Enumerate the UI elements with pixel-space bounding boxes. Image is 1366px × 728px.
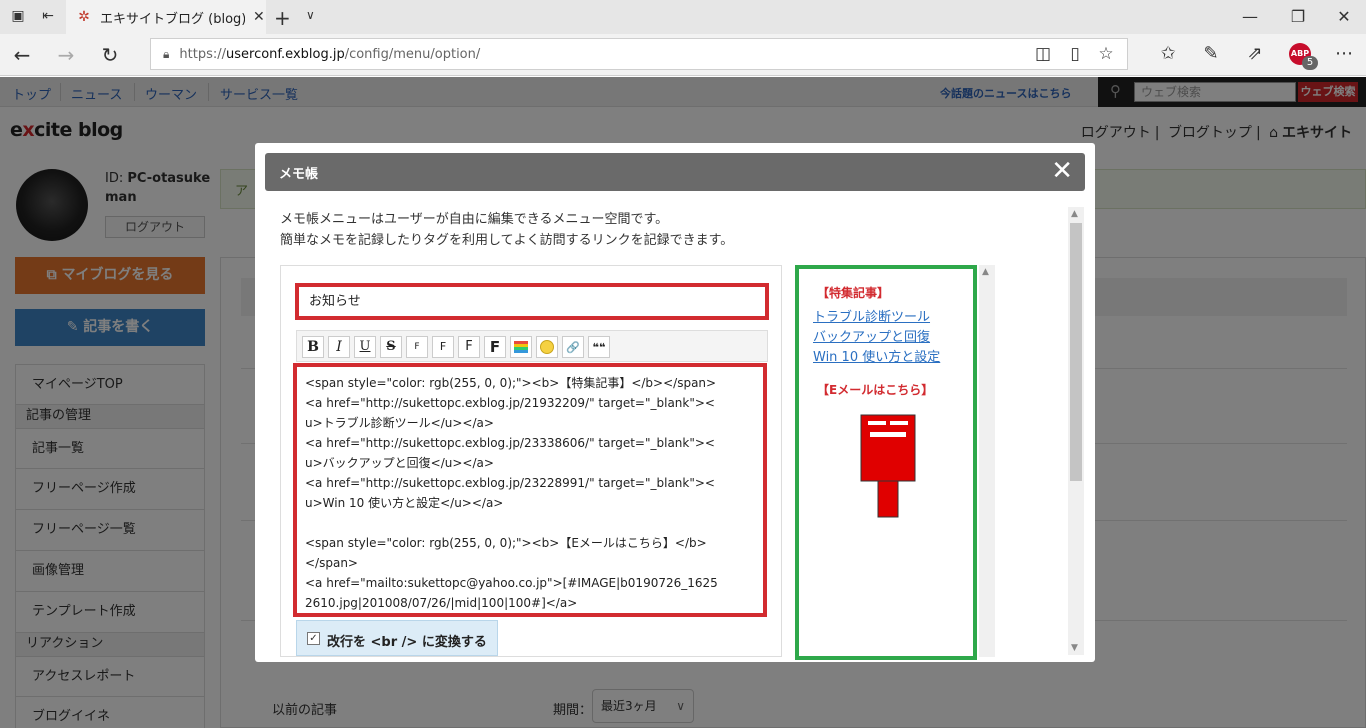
- font-size-xlarge-button[interactable]: F: [484, 336, 506, 358]
- text-color-button[interactable]: [510, 336, 532, 358]
- modal-title: メモ帳: [279, 167, 319, 182]
- preview-link-backup[interactable]: バックアップと回復: [813, 326, 930, 345]
- new-tab-icon[interactable]: +: [274, 6, 291, 30]
- quote-button[interactable]: ❝❝: [588, 336, 610, 358]
- address-bar-row: ← → ↻ 🔒︎ https:// userconf.exblog.jp /co…: [0, 34, 1366, 76]
- tab-title: エキサイトブログ (blog)|表示: [100, 11, 245, 27]
- adblock-count-badge: 5: [1302, 56, 1318, 70]
- minimize-icon[interactable]: —: [1240, 7, 1260, 26]
- convert-br-option[interactable]: ✓ 改行を <br /> に変換する: [296, 620, 498, 656]
- url-domain: userconf.exblog.jp: [226, 46, 345, 62]
- smiley-icon: [540, 340, 554, 354]
- mailbox-icon[interactable]: [860, 414, 916, 518]
- underline-button[interactable]: U: [354, 336, 376, 358]
- scroll-down-icon[interactable]: ▼: [1071, 643, 1078, 653]
- font-size-small-button[interactable]: F: [406, 336, 428, 358]
- favorite-star-icon[interactable]: ☆: [1095, 44, 1117, 64]
- italic-button[interactable]: I: [328, 336, 350, 358]
- link-button[interactable]: 🔗: [562, 336, 584, 358]
- favorites-hub-icon[interactable]: ✩: [1157, 43, 1179, 64]
- browser-tab[interactable]: ✲ エキサイトブログ (blog)|表示 ✕: [66, 0, 266, 34]
- preview-link-trouble-tool[interactable]: トラブル診断ツール: [813, 306, 930, 325]
- lock-icon: 🔒︎: [163, 46, 170, 61]
- modal-description: メモ帳メニューはユーザーが自由に編集できるメニュー空間です。 簡単なメモを記録し…: [280, 209, 733, 251]
- code-line: <a href="http://sukettopc.exblog.jp/2333…: [305, 436, 715, 450]
- back-icon[interactable]: ←: [10, 43, 34, 67]
- color-palette-icon: [514, 341, 528, 353]
- description-line: メモ帳メニューはユーザーが自由に編集できるメニュー空間です。: [280, 212, 669, 227]
- memo-content-textarea[interactable]: <span style="color: rgb(255, 0, 0);"><b>…: [293, 363, 767, 617]
- scroll-up-icon[interactable]: ▲: [1071, 209, 1078, 219]
- editor-toolbar: B I U S F F F F 🔗 ❝❝: [296, 330, 768, 362]
- memo-modal: メモ帳 ✕ メモ帳メニューはユーザーが自由に編集できるメニュー空間です。 簡単な…: [255, 143, 1095, 662]
- memo-editor-panel: お知らせ B I U S F F F F 🔗 ❝❝ <span style="c…: [280, 265, 782, 657]
- tab-close-icon[interactable]: ✕: [253, 9, 265, 25]
- code-line: <span style="color: rgb(255, 0, 0);"><b>…: [305, 536, 707, 550]
- share-icon[interactable]: ⇗: [1244, 43, 1266, 64]
- description-line: 簡単なメモを記録したりタグを利用してよく訪問するリンクを記録できます。: [280, 233, 734, 248]
- convert-br-checkbox[interactable]: ✓: [307, 632, 320, 645]
- url-field[interactable]: 🔒︎ https:// userconf.exblog.jp /config/m…: [150, 38, 1128, 70]
- modal-header: メモ帳 ✕: [265, 153, 1085, 191]
- modal-scrollbar[interactable]: ▲ ▼: [1068, 207, 1084, 655]
- code-line: <a href="http://sukettopc.exblog.jp/2322…: [305, 476, 715, 490]
- code-line: u>トラブル診断ツール</u></a>: [305, 416, 494, 430]
- code-line: <a href="http://sukettopc.exblog.jp/2193…: [305, 396, 715, 410]
- browser-tab-bar: ▣ ⇤ ✲ エキサイトブログ (blog)|表示 ✕ + ∨ — ❐ ✕: [0, 0, 1366, 34]
- url-path: /config/menu/option/: [344, 46, 481, 62]
- tab-actions-icon[interactable]: ▣: [10, 8, 26, 24]
- url-prefix: https://: [179, 46, 226, 62]
- bold-button[interactable]: B: [302, 336, 324, 358]
- scrollbar-thumb[interactable]: [1070, 223, 1082, 481]
- code-line: u>Win 10 使い方と設定</u></a>: [305, 496, 504, 510]
- strikethrough-button[interactable]: S: [380, 336, 402, 358]
- close-icon[interactable]: ✕: [1051, 157, 1073, 185]
- convert-br-label: 改行を <br /> に変換する: [327, 635, 487, 650]
- font-size-medium-button[interactable]: F: [432, 336, 454, 358]
- preview-scrollbar[interactable]: ▲: [979, 265, 995, 657]
- memo-preview-panel: 【特集記事】 トラブル診断ツール バックアップと回復 Win 10 使い方と設定…: [795, 265, 977, 660]
- window-close-icon[interactable]: ✕: [1334, 7, 1354, 26]
- reading-view-icon[interactable]: ▯: [1064, 44, 1086, 64]
- more-icon[interactable]: ⋯: [1333, 43, 1355, 64]
- code-line: <span style="color: rgb(255, 0, 0);"><b>…: [305, 376, 717, 390]
- forward-icon[interactable]: →: [54, 43, 78, 67]
- memo-title-input[interactable]: お知らせ: [295, 283, 769, 320]
- quote-icon: ❝❝: [592, 341, 606, 354]
- code-line: <a href="mailto:sukettopc@yahoo.co.jp">[…: [305, 576, 718, 590]
- font-size-large-button[interactable]: F: [458, 336, 480, 358]
- preview-heading-featured: 【特集記事】: [817, 286, 890, 300]
- scroll-up-icon[interactable]: ▲: [982, 267, 989, 277]
- code-line: </span>: [305, 556, 358, 570]
- pen-icon[interactable]: ✎: [1200, 43, 1222, 64]
- restore-icon[interactable]: ❐: [1288, 7, 1308, 26]
- code-line: 2610.jpg|201008/07/26/|mid|100|100#]</a>: [305, 596, 578, 610]
- favicon-icon: ✲: [78, 9, 90, 25]
- back-tab-icon[interactable]: ⇤: [40, 8, 56, 24]
- emoji-button[interactable]: [536, 336, 558, 358]
- refresh-icon[interactable]: ↻: [98, 43, 122, 67]
- code-line: u>バックアップと回復</u></a>: [305, 456, 494, 470]
- tab-list-chevron-icon[interactable]: ∨: [306, 8, 315, 22]
- preview-link-win10[interactable]: Win 10 使い方と設定: [813, 346, 940, 365]
- preview-heading-email: 【Eメールはこちら】: [817, 383, 934, 397]
- link-icon: 🔗: [566, 341, 580, 354]
- add-notes-icon[interactable]: ◫: [1032, 44, 1054, 64]
